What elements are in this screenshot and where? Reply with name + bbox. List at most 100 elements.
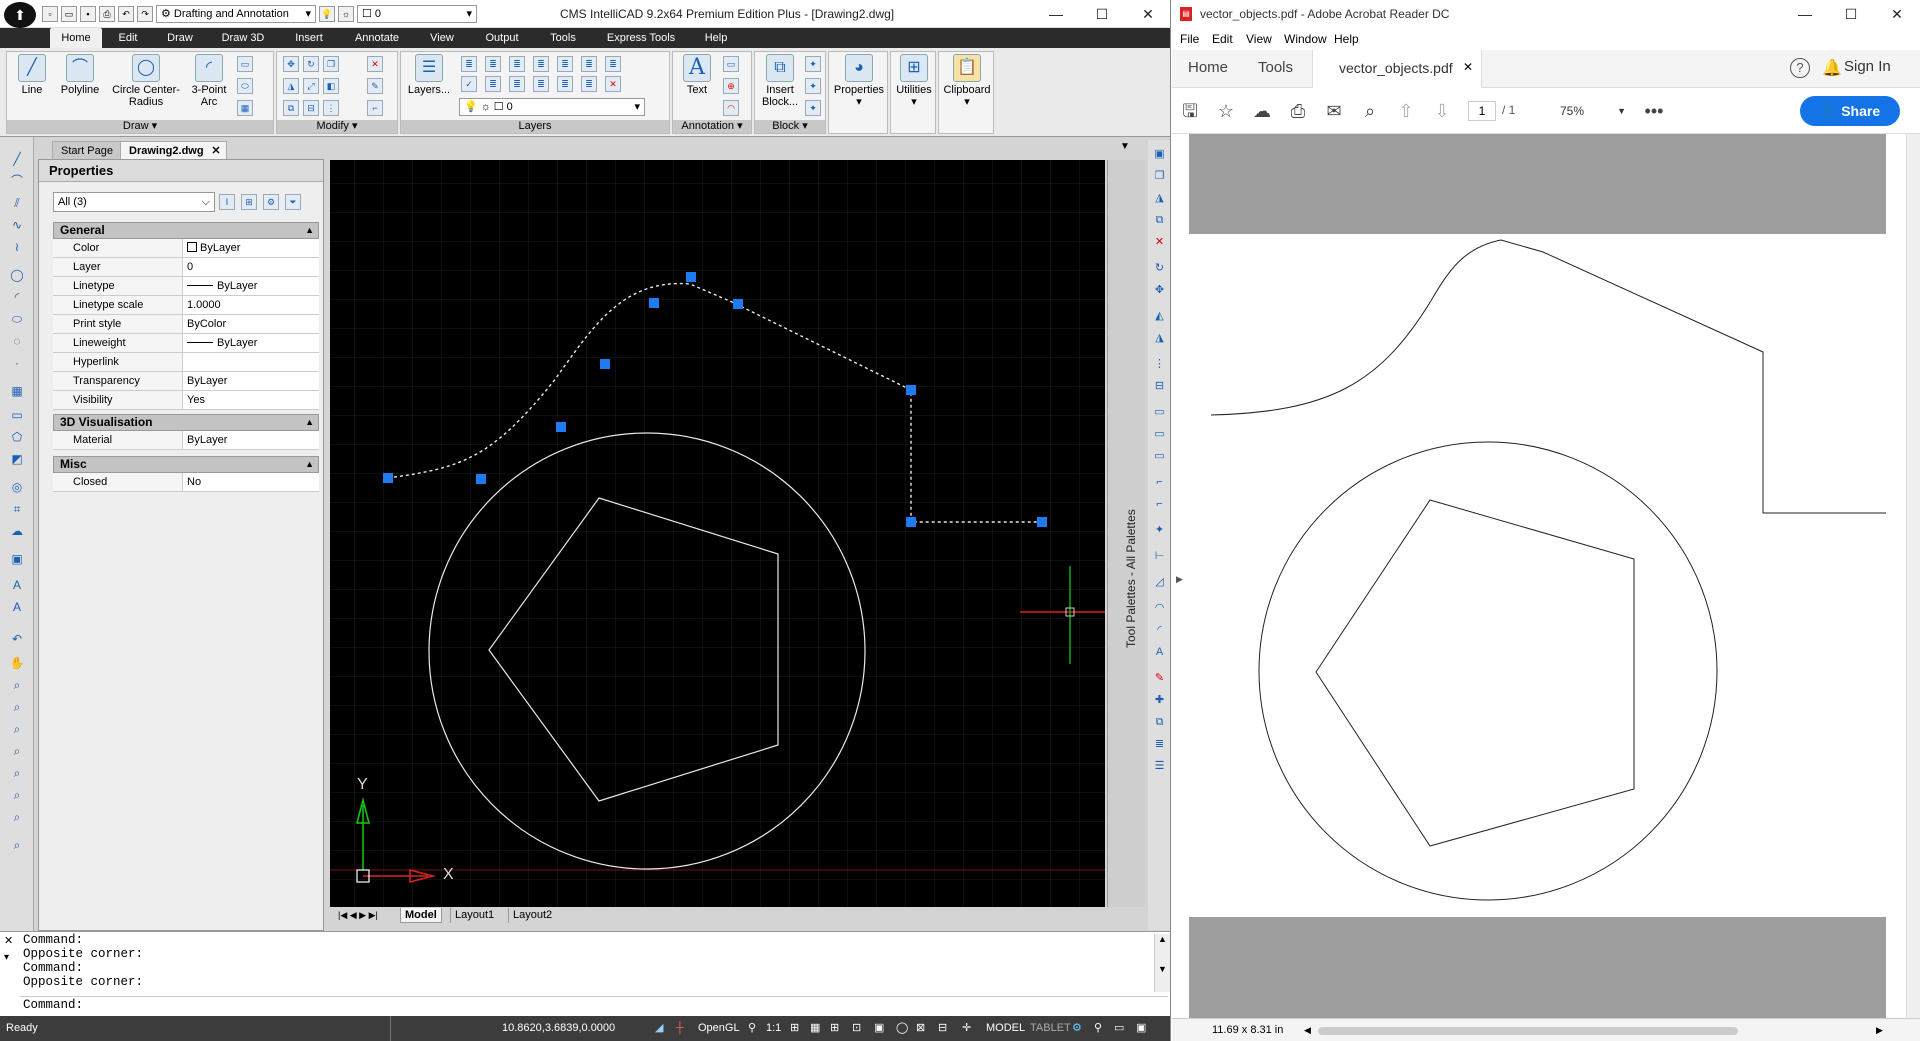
- status-tablet[interactable]: TABLET: [1030, 1016, 1071, 1041]
- menu-help[interactable]: Help: [1334, 28, 1359, 50]
- otrack-icon[interactable]: ⊡: [852, 1016, 861, 1041]
- save-icon[interactable]: 🖫: [1178, 99, 1202, 123]
- dim-radius-icon[interactable]: ◜: [1151, 622, 1168, 638]
- minimize-button[interactable]: —: [1782, 0, 1828, 28]
- tab-layout1[interactable]: Layout1: [450, 908, 498, 923]
- hatch-tool-icon[interactable]: ▦: [8, 383, 26, 399]
- move-icon[interactable]: ✥: [283, 56, 299, 72]
- layers-panel-label[interactable]: Layers: [401, 120, 669, 133]
- grip[interactable]: [600, 359, 610, 369]
- close-icon[interactable]: ✕: [1463, 60, 1473, 74]
- prop-row[interactable]: Hyperlink: [53, 353, 319, 372]
- first-layout-icon[interactable]: |◀ ◀ ▶ ▶|: [334, 908, 382, 923]
- circle-status-icon[interactable]: ◯: [896, 1016, 908, 1041]
- polar-icon[interactable]: ▦: [810, 1016, 820, 1041]
- fillet-icon[interactable]: ⌐: [367, 100, 383, 116]
- utilities-button[interactable]: ⊞ Utilities ▾: [891, 54, 937, 108]
- tab-home[interactable]: Home: [1188, 59, 1228, 76]
- layer-quick-combo[interactable]: ☐ 0 ▾: [357, 5, 477, 23]
- layer-tool-9-icon[interactable]: ≣: [485, 76, 501, 92]
- prop-row[interactable]: Linetype scale 1.0000: [53, 296, 319, 315]
- scale-icon[interactable]: ⤢: [303, 78, 319, 94]
- copy-icon[interactable]: ❐: [323, 56, 339, 72]
- fillet-tool-icon[interactable]: ⌐: [1151, 496, 1168, 512]
- modify-panel-label[interactable]: Modify ▾: [277, 120, 397, 133]
- hatch-icon[interactable]: ▦: [237, 100, 253, 116]
- filter-icon[interactable]: ⏷: [285, 194, 301, 210]
- move-tool-icon[interactable]: ✥: [1151, 282, 1168, 298]
- line-tool-icon[interactable]: ╱: [8, 151, 26, 167]
- text-edit-icon[interactable]: A: [1151, 644, 1168, 660]
- layer-delete-icon[interactable]: ✕: [605, 76, 621, 92]
- osnap-icon[interactable]: ⊞: [830, 1016, 839, 1041]
- extend-tool-icon[interactable]: ▭: [1151, 404, 1168, 420]
- explode-icon[interactable]: ✎: [367, 78, 383, 94]
- canvas-vertical-scrollbar[interactable]: [1107, 160, 1125, 907]
- zoom-all-icon[interactable]: ⌕: [8, 809, 26, 825]
- zoom-extents-icon[interactable]: ⌕: [8, 721, 26, 737]
- menu-file[interactable]: File: [1180, 28, 1199, 50]
- annotation-panel-label[interactable]: Annotation ▾: [673, 120, 751, 133]
- section-3d-visualisation[interactable]: 3D Visualisation ▲: [53, 414, 319, 431]
- tab-draw-3d[interactable]: Draw 3D: [212, 28, 274, 48]
- grip[interactable]: [906, 385, 916, 395]
- bell-icon[interactable]: 🔔: [1822, 58, 1842, 78]
- ellipse-tool-icon[interactable]: ⬭: [8, 311, 26, 327]
- leader-icon[interactable]: ⊕: [723, 78, 739, 94]
- lineweight-icon[interactable]: ▣: [874, 1016, 884, 1041]
- stretch-icon[interactable]: ◧: [323, 78, 339, 94]
- pencil-tool-icon[interactable]: ✎: [1151, 670, 1168, 686]
- layer-tool-5-icon[interactable]: ≣: [557, 56, 573, 72]
- workspace-combo[interactable]: ⚙ Drafting and Annotation ▾: [156, 5, 316, 23]
- explode-tool-icon[interactable]: ✦: [1151, 522, 1168, 538]
- properties-button[interactable]: ◕ Properties ▾: [831, 54, 887, 108]
- transparency-icon[interactable]: ⊟: [938, 1016, 947, 1041]
- page-down-icon[interactable]: ⇩: [1430, 99, 1454, 123]
- mirror-tool-icon[interactable]: ◮: [1151, 190, 1168, 206]
- pdf-vertical-scrollbar[interactable]: [1906, 134, 1920, 1018]
- prop-row[interactable]: Visibility Yes: [53, 391, 319, 410]
- circle-button[interactable]: ◯ Circle Center-Radius: [107, 54, 185, 108]
- prop-row[interactable]: Transparency ByLayer: [53, 372, 319, 391]
- array-icon[interactable]: ⋮: [323, 100, 339, 116]
- status-opengl[interactable]: OpenGL: [698, 1016, 740, 1041]
- zoom-in-icon[interactable]: ⌕: [8, 765, 26, 781]
- wipeout-tool-icon[interactable]: ▣: [8, 551, 26, 567]
- close-icon[interactable]: ✕: [211, 142, 220, 160]
- more-icon[interactable]: •••: [1642, 99, 1666, 123]
- donut-tool-icon[interactable]: ◌: [8, 333, 26, 349]
- match-props-icon[interactable]: ⧉: [1151, 714, 1168, 730]
- prop-row[interactable]: Lineweight ByLayer: [53, 334, 319, 353]
- tab-insert[interactable]: Insert: [284, 28, 334, 48]
- edit-block-icon[interactable]: ✦: [805, 78, 821, 94]
- close-icon[interactable]: ✕: [4, 934, 13, 947]
- target-tool-icon[interactable]: ◎: [8, 479, 26, 495]
- sun-icon[interactable]: ☼: [338, 6, 354, 22]
- prop-row[interactable]: Closed No: [53, 473, 319, 492]
- grid-icon[interactable]: ┼: [676, 1016, 684, 1041]
- rotate-tool-icon[interactable]: ↻: [1151, 260, 1168, 276]
- attribute-icon[interactable]: ✦: [805, 100, 821, 116]
- search-icon[interactable]: ⌕: [1358, 99, 1382, 123]
- offset-icon[interactable]: ⧉: [283, 100, 299, 116]
- tab-tools[interactable]: Tools: [1258, 59, 1293, 76]
- boundary-tool-icon[interactable]: ⌗: [8, 501, 26, 517]
- scroll-left-icon[interactable]: ◀: [1304, 1019, 1311, 1041]
- help-icon[interactable]: ?: [1790, 58, 1810, 78]
- scale-tool-icon[interactable]: ◭: [1151, 308, 1168, 324]
- create-block-icon[interactable]: ✦: [805, 56, 821, 72]
- dimension-icon[interactable]: ▭: [723, 56, 739, 72]
- polyline-tool-icon[interactable]: ⌒: [8, 173, 26, 189]
- pdf-viewer[interactable]: ▶ ◀: [1172, 134, 1920, 1018]
- lightbulb-icon[interactable]: 💡: [319, 6, 335, 22]
- upload-icon[interactable]: ☁: [1250, 99, 1274, 123]
- annotation-scale-icon[interactable]: ⚲: [748, 1016, 756, 1041]
- layer-tool-10-icon[interactable]: ≣: [509, 76, 525, 92]
- tab-annotate[interactable]: Annotate: [344, 28, 410, 48]
- print-icon[interactable]: ⎙: [99, 6, 115, 22]
- clipboard-button[interactable]: 📋 Clipboard ▾: [939, 54, 995, 108]
- grip[interactable]: [906, 517, 916, 527]
- minimize-button[interactable]: —: [1033, 0, 1079, 28]
- spline-tool-icon[interactable]: ∿: [8, 217, 26, 233]
- tab-home[interactable]: Home: [50, 28, 102, 48]
